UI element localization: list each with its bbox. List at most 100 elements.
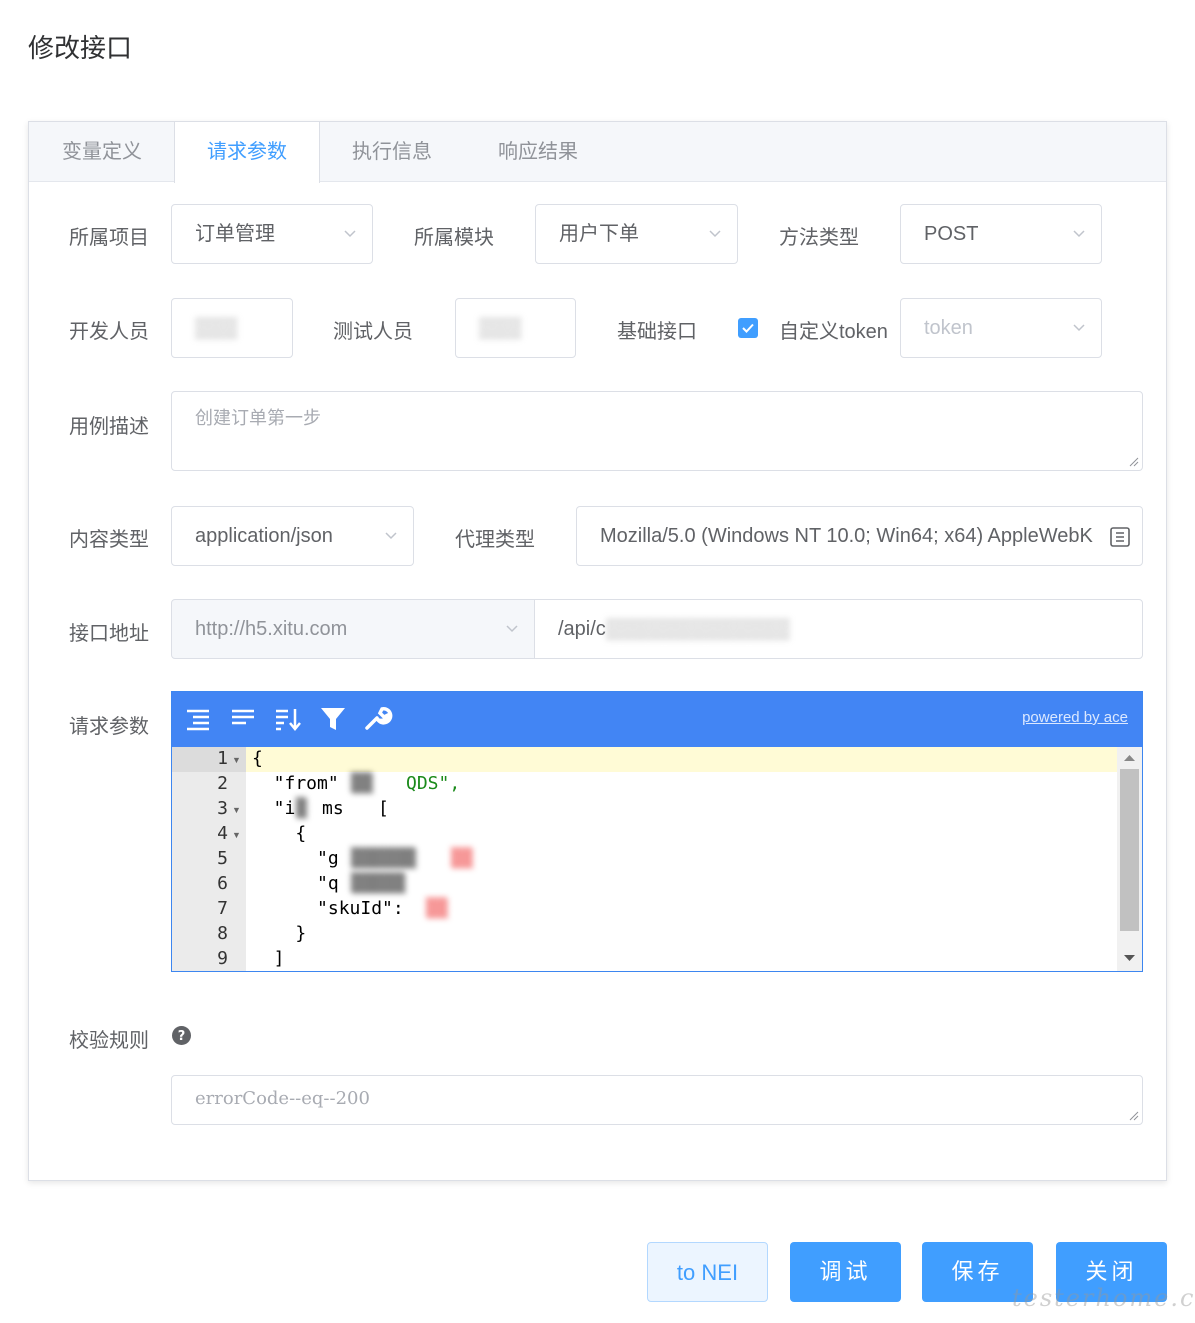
developer-value: ▒▒▒ — [195, 317, 238, 339]
description-label: 用例描述 — [69, 416, 149, 438]
description-textarea[interactable]: 创建订单第一步 — [171, 391, 1143, 471]
proxy-type-value: Mozilla/5.0 (Windows NT 10.0; Win64; x64… — [600, 525, 1093, 547]
to-nei-button[interactable]: to NEI — [647, 1242, 768, 1302]
module-select[interactable]: 用户下单 — [535, 204, 738, 264]
code-blurred: ▒▒▒▒▒ — [351, 873, 406, 894]
tab-response-result[interactable]: 响应结果 — [465, 122, 611, 182]
tab-execution-info[interactable]: 执行信息 — [319, 122, 465, 182]
debug-button[interactable]: 调试 — [790, 1242, 901, 1302]
path-input[interactable]: /api/c▒▒▒▒▒▒▒▒▒▒▒▒▒ — [534, 599, 1143, 659]
code-line: { — [252, 823, 307, 844]
chevron-down-icon — [1073, 230, 1085, 238]
proxy-type-label: 代理类型 — [455, 529, 535, 551]
line-number: 5 — [217, 848, 228, 869]
sort-icon[interactable] — [273, 704, 303, 734]
tester-input[interactable]: ▒▒▒ — [455, 298, 576, 358]
line-number: 8 — [217, 923, 228, 944]
validation-textarea[interactable]: errorCode--eq--200 — [171, 1075, 1143, 1125]
code-blurred: ▒ — [296, 798, 307, 819]
code-fragment: ms — [322, 798, 344, 819]
chevron-down-icon — [709, 230, 721, 238]
developer-label: 开发人员 — [69, 321, 149, 343]
line-number: 3 — [217, 798, 228, 819]
code-blurred-value: ▒▒ — [426, 898, 448, 919]
list-icon[interactable] — [1110, 527, 1130, 547]
line-number: 6 — [217, 873, 228, 894]
code-line: "i — [252, 798, 296, 819]
code-fragment: [ — [378, 798, 389, 819]
tester-label: 测试人员 — [333, 321, 413, 343]
code-blurred: ▒▒ — [351, 773, 373, 794]
host-select[interactable]: http://h5.xitu.com — [171, 599, 535, 659]
chevron-down-icon — [506, 625, 518, 633]
format-icon[interactable] — [183, 704, 213, 734]
validation-placeholder: errorCode--eq--200 — [195, 1088, 370, 1109]
tab-request-params[interactable]: 请求参数 — [174, 122, 320, 183]
project-select[interactable]: 订单管理 — [171, 204, 373, 264]
resize-handle-icon[interactable] — [1127, 455, 1139, 467]
tab-bar: 变量定义 请求参数 执行信息 响应结果 — [29, 122, 1166, 183]
chevron-down-icon — [385, 532, 397, 540]
chevron-down-icon — [344, 230, 356, 238]
fold-arrow-icon[interactable]: ▼ — [232, 805, 241, 815]
editor-scrollbar[interactable] — [1117, 747, 1142, 971]
line-number: 9 — [217, 948, 228, 969]
content-type-value: application/json — [195, 525, 333, 547]
check-icon — [742, 323, 754, 333]
code-blurred-value: ▒▒ — [451, 848, 473, 869]
svg-text:?: ? — [178, 1029, 186, 1044]
project-value: 订单管理 — [195, 223, 275, 245]
module-value: 用户下单 — [559, 223, 639, 245]
watermark: testerhome.com — [1012, 1284, 1195, 1312]
json-editor[interactable]: powered by ace 1 ▼ 2 3 ▼ 4 ▼ 5 6 7 8 9 {… — [171, 691, 1143, 972]
line-number: 7 — [217, 898, 228, 919]
scroll-up-icon[interactable] — [1123, 753, 1136, 763]
tester-value: ▒▒▒ — [479, 317, 522, 339]
fold-arrow-icon[interactable]: ▼ — [232, 755, 241, 765]
code-line: "skuId": — [252, 898, 404, 919]
validation-label: 校验规则 — [69, 1030, 149, 1052]
resize-handle-icon[interactable] — [1127, 1109, 1139, 1121]
editor-gutter: 1 ▼ 2 3 ▼ 4 ▼ 5 6 7 8 9 — [172, 747, 246, 971]
code-line: "g — [252, 848, 339, 869]
address-label: 接口地址 — [69, 623, 149, 645]
line-number: 2 — [217, 773, 228, 794]
description-placeholder: 创建订单第一步 — [195, 408, 321, 429]
line-number: 1 — [217, 748, 228, 769]
code-string: QDS", — [406, 773, 461, 794]
host-value: http://h5.xitu.com — [195, 618, 348, 640]
content-type-select[interactable]: application/json — [171, 506, 414, 566]
filter-icon[interactable] — [318, 704, 348, 734]
wrench-icon[interactable] — [363, 704, 393, 734]
help-icon[interactable]: ? — [172, 1026, 191, 1045]
code-line: "q — [252, 873, 339, 894]
method-value: POST — [924, 223, 979, 245]
token-select[interactable]: token — [900, 298, 1102, 358]
module-label: 所属模块 — [414, 227, 494, 249]
developer-input[interactable]: ▒▒▒ — [171, 298, 293, 358]
code-line: ] — [252, 948, 285, 969]
custom-token-checkbox[interactable] — [738, 318, 758, 338]
proxy-type-input[interactable]: Mozilla/5.0 (Windows NT 10.0; Win64; x64… — [576, 506, 1143, 566]
code-blurred: ▒▒▒▒▒▒ — [351, 848, 417, 869]
code-line: { — [252, 748, 263, 769]
path-blurred: ▒▒▒▒▒▒▒▒▒▒▒▒▒ — [605, 618, 791, 640]
scroll-down-icon[interactable] — [1123, 953, 1136, 963]
powered-by-ace-link[interactable]: powered by ace — [1022, 709, 1128, 726]
code-line: } — [252, 923, 307, 944]
tab-variables[interactable]: 变量定义 — [29, 122, 175, 182]
editor-code-area[interactable]: { "from" ▒▒ QDS", "i ▒ ms [ { "g ▒▒▒▒▒▒ … — [246, 747, 1118, 971]
scrollbar-thumb[interactable] — [1120, 769, 1139, 931]
request-params-label: 请求参数 — [69, 716, 149, 738]
method-label: 方法类型 — [779, 227, 859, 249]
line-number: 4 — [217, 823, 228, 844]
content-type-label: 内容类型 — [69, 529, 149, 551]
chevron-down-icon — [1073, 324, 1085, 332]
fold-arrow-icon[interactable]: ▼ — [232, 830, 241, 840]
method-select[interactable]: POST — [900, 204, 1102, 264]
editor-toolbar: powered by ace — [172, 692, 1142, 747]
token-placeholder: token — [924, 317, 973, 339]
dialog-title: 修改接口 — [28, 33, 133, 63]
base-interface-label: 基础接口 — [617, 321, 697, 343]
compact-icon[interactable] — [228, 704, 258, 734]
